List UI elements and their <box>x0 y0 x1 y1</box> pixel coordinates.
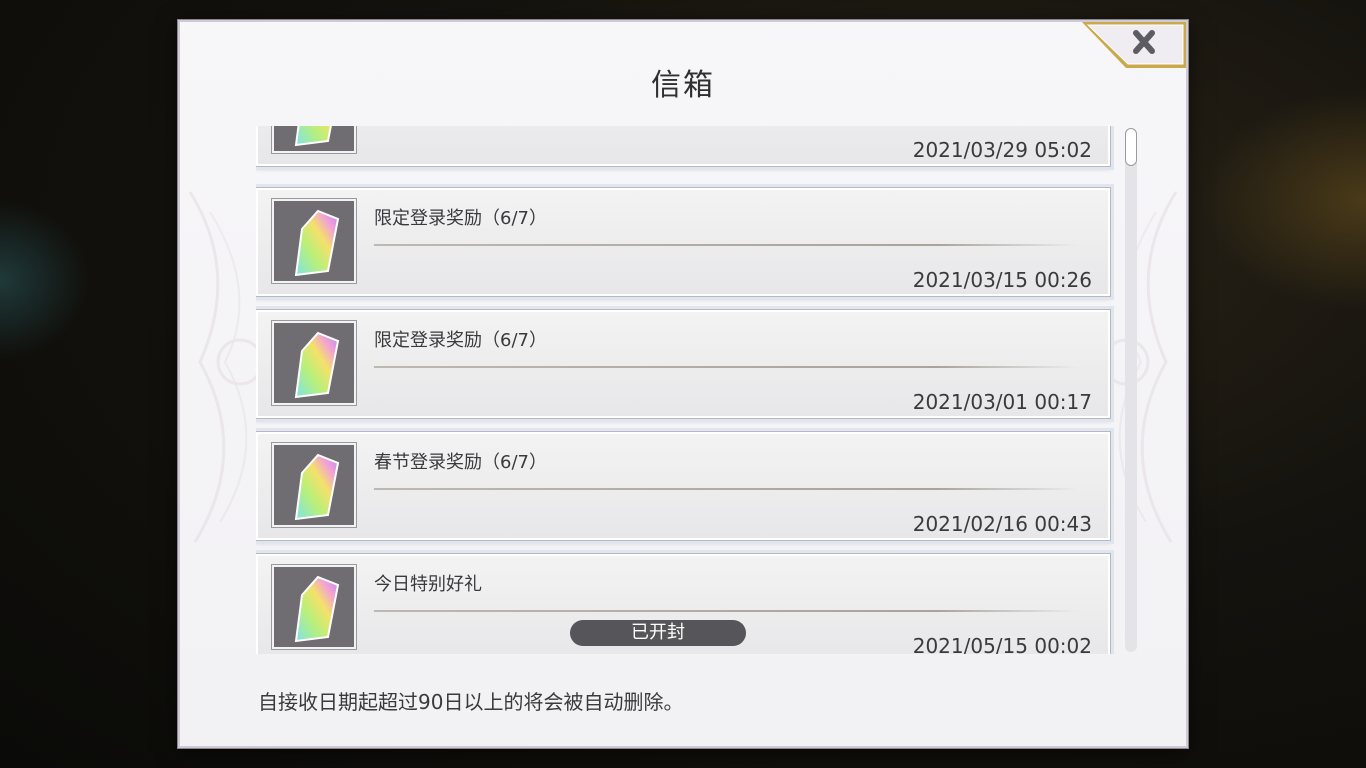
mail-list[interactable]: 2021/03/29 05:02 限定登录奖励（6/7） 2021/03/15 … <box>256 126 1114 654</box>
mail-date: 2021/03/01 00:17 <box>912 390 1092 414</box>
mail-item[interactable]: 2021/03/29 05:02 <box>256 126 1110 166</box>
mail-divider <box>374 610 1078 612</box>
mail-divider <box>374 366 1078 368</box>
scrollbar-thumb[interactable] <box>1125 128 1137 166</box>
mail-title: 限定登录奖励（6/7） <box>374 330 547 351</box>
rainbow-crystal-icon <box>272 126 356 153</box>
background-glow-right <box>1186 80 1366 320</box>
mail-title: 今日特别好礼 <box>374 574 482 595</box>
mail-title: 春节登录奖励（6/7） <box>374 452 547 473</box>
mail-item[interactable]: 限定登录奖励（6/7） 2021/03/15 00:26 <box>256 188 1110 296</box>
mail-divider <box>374 488 1078 490</box>
rainbow-crystal-icon <box>272 565 356 649</box>
mail-date: 2021/05/15 00:02 <box>912 634 1092 654</box>
mail-date: 2021/03/15 00:26 <box>912 268 1092 292</box>
close-button[interactable] <box>1080 20 1188 70</box>
mail-date: 2021/02/16 00:43 <box>912 512 1092 536</box>
mail-title: 限定登录奖励（6/7） <box>374 208 547 229</box>
rainbow-crystal-icon <box>272 443 356 527</box>
opened-badge: 已开封 <box>570 620 746 646</box>
scrollbar-track[interactable] <box>1125 128 1137 652</box>
mail-item[interactable]: 限定登录奖励（6/7） 2021/03/01 00:17 <box>256 310 1110 418</box>
mail-item[interactable]: 春节登录奖励（6/7） 2021/02/16 00:43 <box>256 432 1110 540</box>
dialog-title: 信箱 <box>651 68 715 103</box>
close-x-icon[interactable] <box>1080 20 1188 70</box>
mail-divider <box>374 244 1078 246</box>
mail-date: 2021/03/29 05:02 <box>912 138 1092 162</box>
rainbow-crystal-icon <box>272 321 356 405</box>
auto-delete-notice: 自接收日期起超过90日以上的将会被自动删除。 <box>258 690 684 714</box>
rainbow-crystal-icon <box>272 199 356 283</box>
mailbox-dialog: 信箱 2021/03/29 05:02 限定登录奖励（6/7） 2021/03/… <box>178 20 1188 748</box>
mail-item[interactable]: 今日特别好礼 已开封 2021/05/15 00:02 <box>256 554 1110 654</box>
background-glow-left <box>0 200 90 360</box>
